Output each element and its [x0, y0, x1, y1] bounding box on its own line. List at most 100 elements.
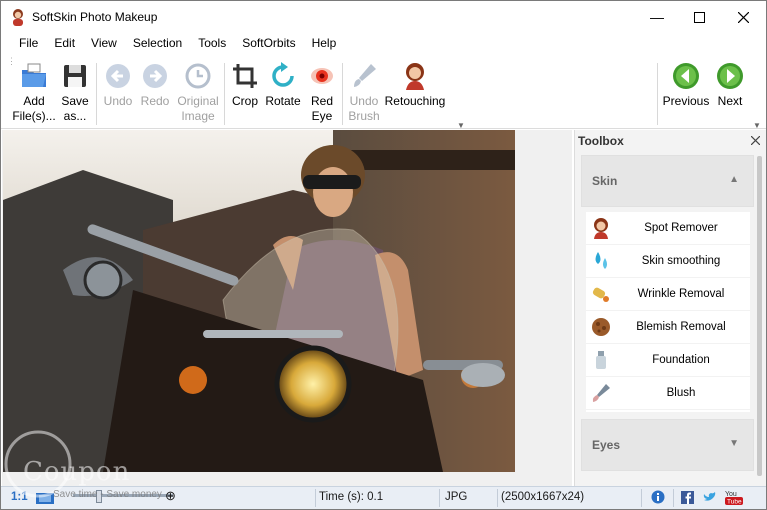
brush-icon — [354, 64, 376, 87]
toolbar-divider — [657, 63, 658, 125]
app-logo-icon — [13, 9, 23, 26]
iron-tool-icon — [592, 287, 609, 302]
redo-label: Redo — [140, 94, 170, 108]
image-dimensions: (2500x1667x24) — [501, 491, 585, 503]
tool-label: Foundation — [652, 354, 710, 366]
crop-label: Crop — [231, 94, 258, 108]
rotate-button[interactable]: Rotate — [264, 61, 302, 109]
tool-label: Spot Remover — [644, 222, 718, 234]
toolbar-divider — [224, 63, 225, 125]
undo-brush-button[interactable]: Undo Brush — [346, 61, 382, 124]
maximize-icon — [693, 11, 705, 23]
menu-selection[interactable]: Selection — [125, 33, 190, 55]
retouching-button[interactable]: Retouching — [384, 61, 446, 109]
close-icon — [737, 11, 749, 23]
svg-text:You: You — [725, 491, 737, 498]
arrow-left-icon — [673, 63, 699, 89]
red-eye-label: Red Eye — [310, 94, 333, 123]
minimize-button[interactable]: — — [634, 1, 680, 33]
tool-blush[interactable]: Blush — [586, 377, 750, 410]
previous-button[interactable]: Previous — [662, 61, 710, 109]
status-divider — [673, 489, 674, 507]
zoom-slider[interactable] — [73, 494, 173, 497]
twitter-icon[interactable] — [703, 491, 717, 503]
app-window: SoftSkin Photo Makeup — File Edit View S… — [0, 0, 767, 510]
undo-arrow-icon — [106, 64, 130, 88]
photo-preview[interactable] — [3, 130, 515, 472]
section-eyes-header[interactable]: Eyes ▼ — [581, 419, 754, 471]
crop-icon — [233, 64, 257, 88]
tool-skin-smoothing[interactable]: Skin smoothing — [586, 245, 750, 278]
redo-arrow-icon — [143, 64, 167, 88]
original-image-button[interactable]: Original Image — [175, 61, 221, 124]
woman-face-icon — [594, 218, 608, 239]
toolbox-close-button[interactable] — [750, 132, 761, 148]
tool-spot-remover[interactable]: Spot Remover — [586, 212, 750, 245]
toolbox-scroll-thumb[interactable] — [757, 156, 762, 476]
maximize-button[interactable] — [676, 1, 722, 33]
red-eye-button[interactable]: Red Eye — [306, 61, 338, 124]
menu-tools[interactable]: Tools — [190, 33, 234, 55]
makeup-brush-icon — [592, 384, 610, 402]
zoom-slider-handle[interactable] — [96, 490, 102, 503]
fit-to-window-icon[interactable] — [35, 491, 55, 505]
skin-tool-list: Spot Remover Skin smoothing Wrinkle Remo… — [586, 212, 750, 412]
texture-patch-icon — [592, 318, 610, 336]
image-format: JPG — [445, 491, 468, 503]
floppy-disk-icon — [64, 65, 86, 87]
info-icon[interactable] — [651, 490, 665, 504]
collapse-up-icon: ▲ — [729, 174, 739, 185]
woman-face-icon — [406, 63, 424, 90]
section-eyes-title: Eyes — [592, 438, 621, 452]
save-as-button[interactable]: Save as... — [59, 61, 91, 124]
tool-foundation[interactable]: Foundation — [586, 344, 750, 377]
youtube-icon[interactable]: You Tube — [725, 489, 743, 505]
section-skin-header[interactable]: Skin ▲ — [581, 155, 754, 207]
status-divider — [641, 489, 642, 507]
window-title: SoftSkin Photo Makeup — [32, 10, 158, 24]
toolbox-title: Toolbox — [578, 134, 624, 148]
next-label: Next — [717, 94, 743, 108]
retouching-label: Retouching — [384, 94, 446, 108]
undo-button[interactable]: Undo — [101, 61, 135, 109]
redo-button[interactable]: Redo — [138, 61, 172, 109]
title-bar: SoftSkin Photo Makeup — — [1, 1, 766, 33]
toolbar-overflow-icon[interactable]: ▼ — [457, 121, 465, 130]
zoom-actual-size-button[interactable]: 1:1 — [11, 491, 28, 503]
status-divider — [315, 489, 316, 507]
expand-down-icon: ▼ — [729, 438, 739, 449]
tool-wrinkle-removal[interactable]: Wrinkle Removal — [586, 278, 750, 311]
status-divider — [497, 489, 498, 507]
save-as-label: Save as... — [61, 94, 89, 123]
water-drops-icon — [595, 252, 607, 269]
menu-edit[interactable]: Edit — [46, 33, 83, 55]
next-button[interactable]: Next — [713, 61, 747, 109]
rotate-icon — [272, 62, 294, 87]
menu-file[interactable]: File — [11, 33, 46, 55]
crop-button[interactable]: Crop — [229, 61, 261, 109]
previous-label: Previous — [662, 94, 710, 108]
image-canvas[interactable] — [2, 130, 572, 486]
section-skin-title: Skin — [592, 174, 618, 188]
add-files-button[interactable]: Add File(s)... — [12, 61, 56, 124]
menu-softorbits[interactable]: SoftOrbits — [234, 33, 303, 55]
rotate-label: Rotate — [265, 94, 301, 108]
clock-history-icon — [185, 63, 211, 89]
tool-label: Blemish Removal — [636, 321, 726, 333]
undo-brush-label: Undo Brush — [348, 94, 380, 123]
menu-bar: File Edit View Selection Tools SoftOrbit… — [1, 33, 766, 55]
toolbar: ⋮ Add File(s)... Save as... Undo Redo Or… — [1, 57, 766, 130]
tool-label: Skin smoothing — [641, 255, 721, 267]
close-button[interactable] — [720, 1, 766, 33]
menu-help[interactable]: Help — [304, 33, 345, 55]
status-divider — [439, 489, 440, 507]
toolbar-overflow-icon[interactable]: ▼ — [753, 121, 761, 130]
red-eye-icon — [311, 68, 333, 84]
toolbox-panel: Toolbox Skin ▲ Spot Remover Skin smoothi… — [574, 130, 766, 486]
add-files-label: Add File(s)... — [12, 94, 56, 123]
menu-view[interactable]: View — [83, 33, 125, 55]
facebook-icon[interactable] — [681, 491, 694, 504]
undo-label: Undo — [103, 94, 133, 108]
zoom-in-icon[interactable]: ⊕ — [165, 488, 176, 504]
tool-blemish-removal[interactable]: Blemish Removal — [586, 311, 750, 344]
